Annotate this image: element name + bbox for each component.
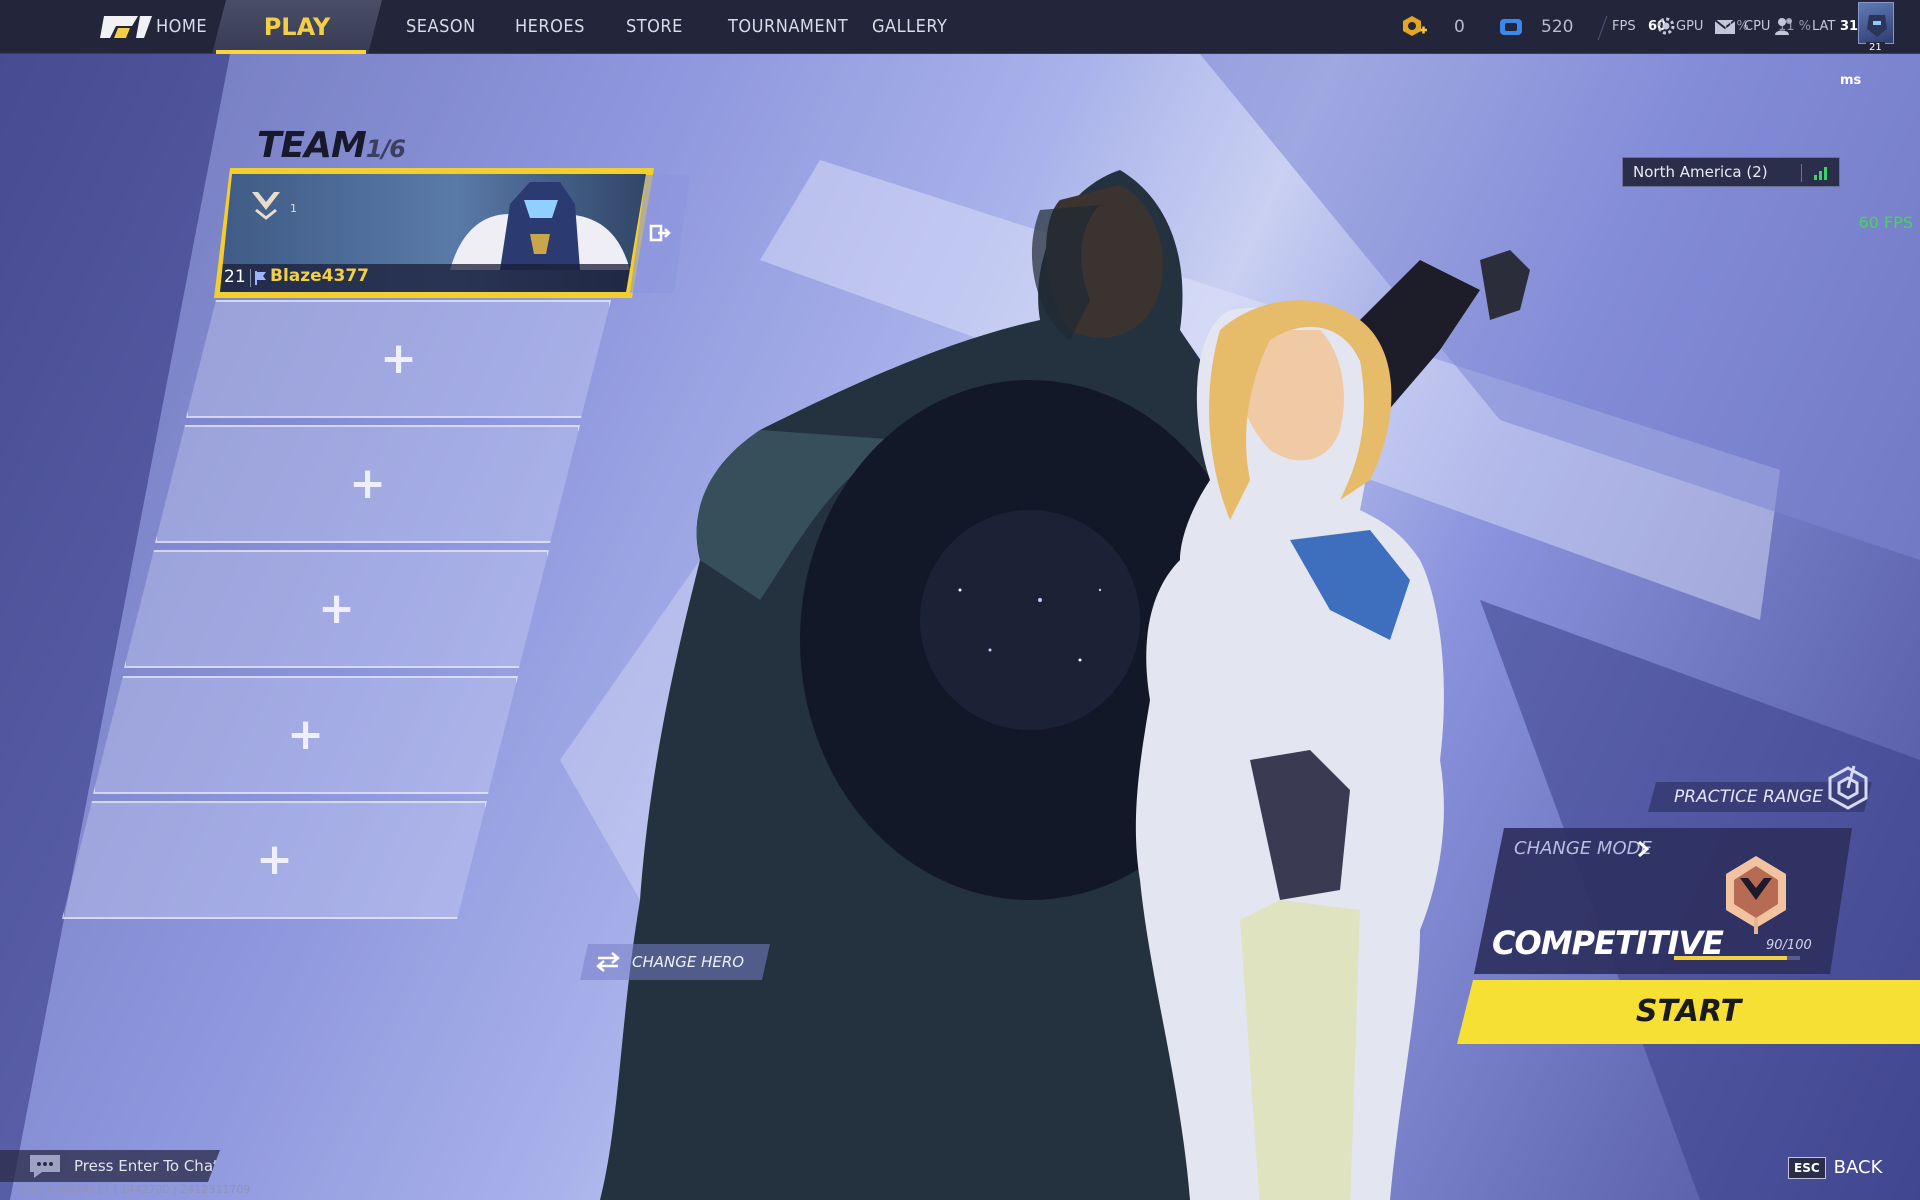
game-mode-card[interactable]: CHANGE MODE COMPETITIVE 90/100 bbox=[1474, 828, 1852, 974]
team-count: 1/6 bbox=[365, 135, 406, 163]
empty-team-slot[interactable]: + bbox=[186, 300, 611, 418]
region-label: North America (2) bbox=[1633, 163, 1768, 181]
team-title-label: TEAM bbox=[257, 125, 367, 166]
practice-range-label: PRACTICE RANGE bbox=[1674, 787, 1824, 807]
change-hero-button[interactable]: CHANGE HERO bbox=[580, 944, 770, 980]
signal-strength-icon bbox=[1814, 167, 1827, 180]
flag-icon bbox=[255, 271, 266, 285]
gpu-label: GPU bbox=[1676, 19, 1704, 34]
currency-gold[interactable]: 0 bbox=[1398, 0, 1468, 54]
tab-play-label: PLAY bbox=[263, 13, 331, 41]
game-logo-icon bbox=[100, 16, 152, 38]
back-label: BACK bbox=[1833, 1157, 1883, 1178]
empty-team-slot[interactable]: + bbox=[155, 425, 580, 543]
performance-readout: FPS 60 GPU 0 % CPU 11 % LAT 31 ms bbox=[1612, 0, 1862, 88]
fps-label: FPS bbox=[1612, 19, 1636, 34]
chat-input[interactable]: Press Enter To Chat bbox=[0, 1150, 220, 1182]
units-amount: 520 bbox=[1541, 17, 1574, 37]
empty-team-slot[interactable]: + bbox=[124, 550, 549, 668]
tab-store[interactable]: STORE bbox=[626, 0, 683, 54]
add-player-icon: + bbox=[349, 458, 386, 509]
gear-icon[interactable] bbox=[1654, 14, 1678, 38]
add-player-icon: + bbox=[380, 333, 417, 384]
mode-progress-fill bbox=[1674, 956, 1788, 960]
chat-placeholder: Press Enter To Chat bbox=[74, 1157, 219, 1175]
hero-portrait bbox=[450, 182, 630, 270]
fps-overlay: 60 FPS bbox=[1858, 213, 1913, 232]
member-level: 21 bbox=[224, 267, 246, 287]
team-member-slot[interactable]: 1 21 Blaze4377 bbox=[214, 168, 654, 298]
home-button[interactable]: HOME bbox=[94, 0, 208, 54]
avatar-portrait bbox=[1858, 2, 1894, 44]
start-label: START bbox=[1635, 994, 1742, 1029]
gold-coin-plus-icon bbox=[1403, 16, 1427, 36]
team-title: TEAM1/6 bbox=[257, 125, 406, 166]
profile-level: 21 bbox=[1866, 42, 1885, 53]
tab-season[interactable]: SEASON bbox=[406, 0, 476, 54]
currency-units[interactable]: 520 bbox=[1495, 0, 1605, 54]
mode-progress-text: 90/100 bbox=[1766, 938, 1812, 953]
add-player-icon: + bbox=[256, 834, 293, 885]
uid-text: UID: 530824517 | 1442700 | 2412311709 bbox=[20, 1183, 251, 1196]
cpu-value: 11 % bbox=[1778, 19, 1812, 34]
swap-arrows-icon bbox=[596, 952, 620, 972]
start-button[interactable]: START bbox=[1457, 980, 1920, 1044]
gold-amount: 0 bbox=[1454, 17, 1465, 37]
add-player-icon: + bbox=[318, 583, 355, 634]
chat-bubble-icon bbox=[30, 1155, 60, 1178]
exit-icon bbox=[649, 224, 671, 242]
tab-heroes[interactable]: HEROES bbox=[515, 0, 585, 54]
competitive-rank-icon bbox=[1726, 856, 1786, 934]
tab-tournament[interactable]: TOURNAMENT bbox=[728, 0, 848, 54]
top-nav-bar: HOME PLAY SEASON HEROES STORE TOURNAMENT… bbox=[0, 0, 1920, 88]
blue-ticket-icon bbox=[1500, 19, 1522, 35]
rank-digit: 1 bbox=[290, 202, 297, 215]
change-hero-label: CHANGE HERO bbox=[632, 953, 745, 971]
region-selector[interactable]: North America (2) bbox=[1622, 157, 1840, 187]
back-button[interactable]: ESC BACK bbox=[1788, 1150, 1882, 1186]
member-name: Blaze4377 bbox=[270, 266, 369, 286]
esc-key-badge: ESC bbox=[1788, 1157, 1826, 1179]
lat-label: LAT bbox=[1812, 19, 1836, 34]
chevron-right-icon bbox=[1638, 840, 1650, 858]
profile-avatar[interactable]: 21 bbox=[1858, 2, 1894, 53]
mode-progress-bar bbox=[1674, 956, 1800, 960]
tab-play[interactable]: PLAY bbox=[212, 0, 382, 54]
add-player-icon: + bbox=[287, 709, 324, 760]
game-lobby-screen: HOME PLAY SEASON HEROES STORE TOURNAMENT… bbox=[0, 0, 1920, 1200]
tab-gallery[interactable]: GALLERY bbox=[872, 0, 947, 54]
empty-team-slot[interactable]: + bbox=[93, 676, 518, 794]
empty-team-slot[interactable]: + bbox=[62, 801, 487, 919]
member-namebar: 21 Blaze4377 bbox=[220, 264, 646, 292]
cpu-label: CPU bbox=[1744, 19, 1771, 34]
target-icon bbox=[1828, 765, 1868, 810]
change-mode-label: CHANGE MODE bbox=[1514, 838, 1652, 859]
home-label: HOME bbox=[156, 16, 208, 37]
